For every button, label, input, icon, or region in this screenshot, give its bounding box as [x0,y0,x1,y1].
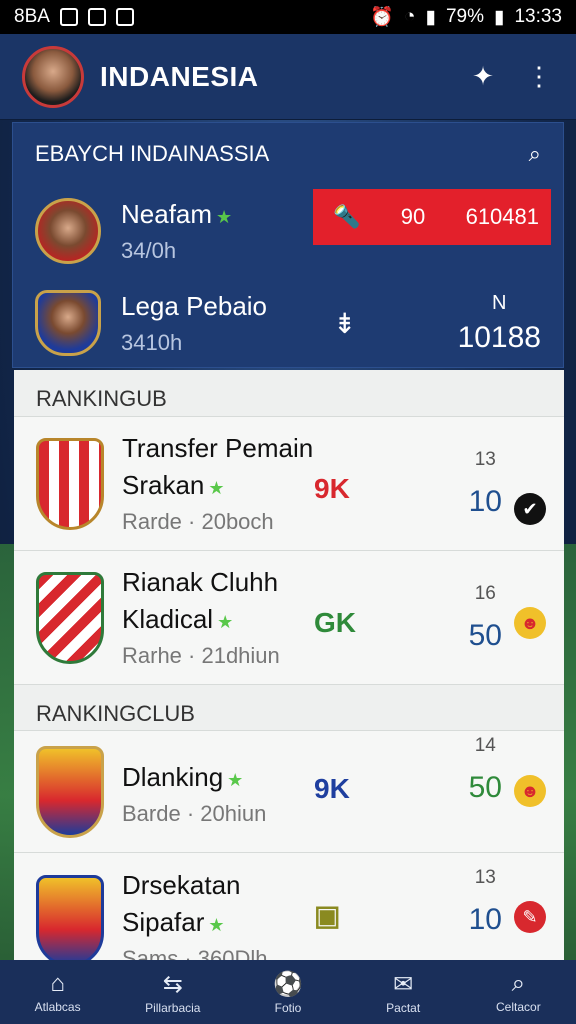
battery-icon: ▮ [493,6,505,28]
list-item[interactable]: Rianak Cluhh Kladical ★ Rarhe · 21dhiun G… [14,550,564,684]
avatar[interactable] [22,45,84,108]
search-icon[interactable]: ⌕ [529,141,541,167]
item-name: Srakan [122,469,205,500]
section-title: RANKINGUB [36,386,167,411]
rocket-icon[interactable]: ✦ [468,61,498,92]
club-badge [36,874,104,967]
item-name: Kladical [122,603,214,634]
bottom-nav: ⌂ Atlabcas ⇆ Pillarbacia ⚽ Fotio ✉ Pacta… [0,960,576,1024]
app-notification-icon [115,8,134,26]
nav-search[interactable]: ⌕ Celtacor [468,970,568,1014]
club-badge [36,745,104,838]
transfer-icon: ⇆ [162,970,183,998]
star-icon: ★ [208,914,225,935]
item-name: Sipafar [122,906,205,937]
nav-home[interactable]: ⌂ Atlabcas [8,970,108,1014]
nav-label: Pillarbacia [145,1000,201,1015]
clock: 13:33 [514,6,562,27]
club-crest [35,198,101,264]
transfer-arrow-icon: ⇟ [333,307,357,339]
wifi-icon: ◔ [404,6,416,27]
big-number: 50 [468,618,502,652]
big-number: 10 [468,903,502,936]
signal-icon: ▮ [425,6,436,28]
featured-row-2[interactable]: Lega Pebaio 3410h ⇟ N 10188 [13,277,563,369]
club-badge [36,437,104,530]
section-title: RANKINGCLUB [14,684,564,730]
search-icon: ⌕ [511,970,526,997]
rating-mark: 9K [314,773,350,804]
big-number: 50 [468,771,502,804]
nav-label: Celtacor [496,1000,541,1014]
item-name: Dlanking [122,762,224,792]
smile-icon[interactable]: ☻ [514,775,546,807]
ranking-list: RANKINGUB Transfer Pemain Srakan ★ Rarde … [14,370,564,988]
row-right-value: 10188 [457,320,541,354]
big-number: 10 [468,484,502,518]
shield-icon: ▣ [314,900,341,931]
club-badge [36,571,104,664]
player-name: Neafam [121,198,213,229]
edit-icon[interactable]: ✎ [514,901,546,933]
nav-profile[interactable]: ✉ Pactat [353,970,453,1015]
panel-header: EBAYCH INDAINASSIA [35,141,270,166]
alarm-icon: ⏰ [370,7,394,28]
app-bar: INDANESIA ✦ ⋮ [0,34,576,120]
battery-percent: 79% [445,6,484,27]
sim-icon [59,8,78,26]
profile-icon: ✉ [393,970,414,998]
notification-icon [87,8,106,26]
check-icon[interactable]: ✔ [514,493,546,525]
app-title: INDANESIA [100,60,259,92]
nav-label: Atlabcas [34,1000,81,1014]
torch-icon: 🔦 [333,204,361,229]
club-crest [35,290,101,356]
star-icon: ★ [227,770,244,790]
score-banner[interactable]: 🔦 90 610481 [313,189,551,245]
smile-icon[interactable]: ☻ [514,607,546,639]
small-number: 13 [474,867,496,888]
carrier-label: 8BA [14,6,50,27]
rating-mark: 9K [314,473,350,504]
small-number: 16 [474,582,496,604]
star-icon: ★ [216,206,233,227]
rating-mark: GK [314,607,356,638]
star-icon: ★ [208,477,225,498]
nav-label: Fotio [274,1000,302,1015]
list-item[interactable]: Transfer Pemain Srakan ★ Rarde · 20boch 9… [14,416,564,550]
list-item[interactable]: Dlanking ★ Barde · 20hiun 9K 14 50 ☻ [14,730,564,852]
more-vert-icon[interactable]: ⋮ [524,61,554,92]
featured-panel: EBAYCH INDAINASSIA ⌕ Neafam ★ 34/0h 🔦 90 … [12,122,564,368]
star-icon: ★ [217,611,234,632]
nav-transfer[interactable]: ⇆ Pillarbacia [123,970,223,1015]
score-right: 610481 [465,204,539,229]
ball-icon: ⚽ [273,970,303,998]
row-right-label: N [492,291,507,314]
score-left: 90 [400,204,426,229]
small-number: 13 [474,448,496,470]
status-bar: 8BA ⏰ ◔ ▮ 79% ▮ 13:33 [0,0,576,34]
small-number: 14 [474,735,496,756]
nav-label: Pactat [386,1000,421,1015]
nav-ball[interactable]: ⚽ Fotio [238,970,338,1015]
home-icon: ⌂ [50,970,65,997]
